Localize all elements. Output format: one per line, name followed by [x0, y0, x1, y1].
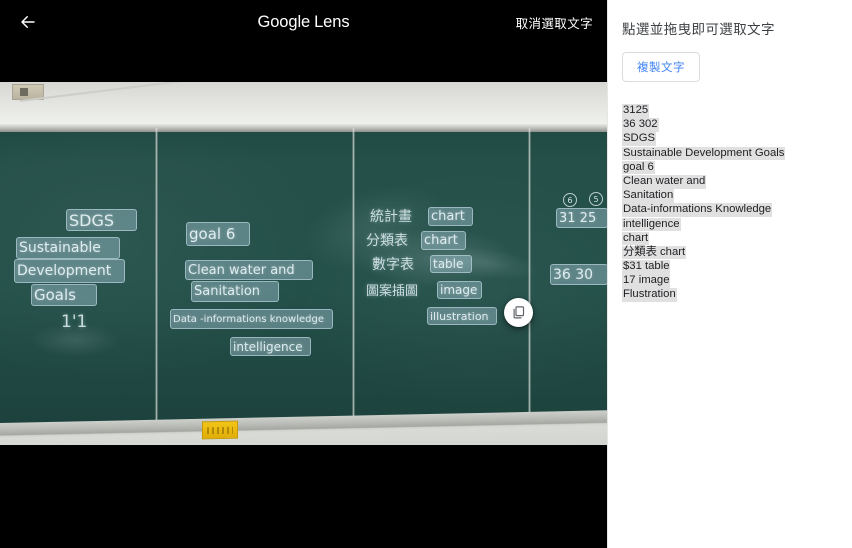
panel-instruction-title: 點選並拖曳即可選取文字 — [622, 22, 775, 37]
detected-text-block[interactable]: chart — [421, 231, 466, 250]
copy-text-button[interactable]: 複製文字 — [622, 52, 700, 82]
back-arrow-icon — [21, 16, 35, 28]
ocr-text-line[interactable]: 3125 — [622, 104, 650, 118]
board-divider — [155, 128, 158, 423]
chalk-circled-number: 5 — [589, 192, 603, 206]
board-divider — [528, 128, 531, 423]
back-button[interactable] — [6, 0, 50, 44]
ocr-text-line[interactable]: Clean water and — [622, 174, 707, 189]
detected-text-block[interactable]: goal 6 — [186, 222, 250, 246]
text-results-panel: 點選並拖曳即可選取文字 複製文字 3125 36 302 SDGS Sustainab… — [607, 0, 852, 548]
top-app-bar: Google Lens 取消選取文字 — [0, 0, 607, 44]
wall-pipe — [19, 82, 199, 102]
detected-text-block[interactable]: illustration — [427, 307, 497, 325]
ocr-text-line[interactable]: Sanitation — [622, 189, 675, 203]
brand-google: Google — [257, 12, 311, 31]
board-top-rail — [0, 124, 607, 132]
chalk-eraser — [202, 420, 238, 440]
ocr-text-line[interactable]: goal 6 — [622, 160, 655, 175]
cancel-text-selection-button[interactable]: 取消選取文字 — [516, 0, 593, 44]
copy-floating-button[interactable] — [504, 298, 533, 327]
ocr-text-line[interactable]: 分類表 chart — [622, 245, 687, 260]
google-lens-screen: 統計畫 分類表 數字表 圖案插圖 1'1 6 5 SDGS Sustainable Develo… — [0, 0, 852, 548]
detected-text-block[interactable]: 31 25 — [556, 208, 607, 228]
detected-text-block[interactable]: intelligence — [230, 337, 311, 356]
detected-text-block[interactable]: Sanitation — [191, 281, 279, 302]
detected-text-block[interactable]: SDGS — [66, 209, 137, 231]
ocr-text-line[interactable]: 17 image — [622, 274, 671, 288]
chalk-smudge — [30, 323, 120, 357]
ocr-text-line[interactable]: $31 table — [622, 260, 671, 274]
ocr-text-line[interactable]: intelligence — [622, 217, 681, 232]
detected-text-block[interactable]: table — [430, 255, 472, 273]
image-viewer: 統計畫 分類表 數字表 圖案插圖 1'1 6 5 SDGS Sustainable Develo… — [0, 0, 607, 548]
chalk-circled-number: 6 — [563, 193, 577, 207]
ocr-text-line[interactable]: Flustration — [622, 288, 677, 303]
ocr-text-line[interactable]: SDGS — [622, 132, 657, 146]
detected-text-block[interactable]: Data -informations knowledge — [170, 309, 333, 329]
wall-above-board — [0, 82, 607, 129]
ocr-text-line[interactable]: Data-informations Knowledge — [622, 203, 773, 217]
ocr-text-line[interactable]: chart — [622, 231, 650, 246]
detected-text-block[interactable]: Goals — [31, 284, 97, 306]
board-divider — [352, 128, 355, 423]
detected-text-block[interactable]: Clean water and — [185, 260, 313, 280]
ocr-text-list[interactable]: 3125 36 302 SDGS Sustainable Development Go… — [622, 104, 838, 303]
detected-text-block[interactable]: chart — [428, 207, 473, 226]
ocr-text-line[interactable]: 36 302 — [622, 118, 659, 132]
detected-text-block[interactable]: image — [437, 281, 482, 299]
copy-icon — [513, 306, 525, 319]
detected-text-block[interactable]: Sustainable — [16, 237, 120, 259]
brand-lens: Lens — [314, 12, 350, 31]
photo-container[interactable]: 統計畫 分類表 數字表 圖案插圖 1'1 6 5 SDGS Sustainable Develo… — [0, 82, 607, 445]
detected-text-block[interactable]: 36 30 — [550, 264, 607, 285]
detected-text-block[interactable]: Development — [14, 259, 125, 283]
ocr-text-line[interactable]: Sustainable Development Goals — [622, 146, 786, 161]
